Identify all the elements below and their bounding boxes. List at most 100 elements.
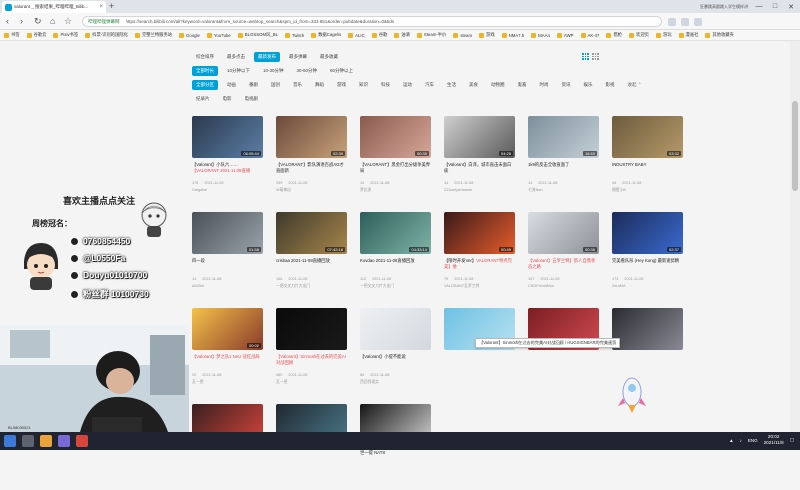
- video-card[interactable]: 00:36 【Valorant】五罗兰特】新人自我状态之路 107 2021-11-0…: [528, 212, 599, 298]
- video-card[interactable]: 04:28 【Valorant】白泽，城市直击未面白疵 14 2021-11-08 ZZ…: [444, 116, 515, 202]
- video-card[interactable]: 07:42:18 crisbaa 2021-11-08直播回放 166 2021-11…: [276, 212, 347, 298]
- video-title[interactable]: 【Valorant】小提不能说: [360, 354, 431, 366]
- video-title[interactable]: INDUSTRY BABY: [612, 162, 683, 174]
- bookmark-item[interactable]: NMA7.5: [501, 32, 524, 38]
- url-text[interactable]: https://search.bilibili.com/all?keyword=…: [126, 19, 395, 24]
- partition-filter-chip[interactable]: 舞蹈: [311, 80, 328, 90]
- partition-filter-chip[interactable]: 汽车: [421, 80, 438, 90]
- video-title[interactable]: 【限时开发Ver】VALORANT特点完美】维: [444, 258, 515, 270]
- video-title[interactable]: 【VALORANT】影队演进百战AG才直面新: [276, 162, 347, 174]
- bookmark-item[interactable]: ALIC: [348, 32, 365, 38]
- video-thumbnail[interactable]: [612, 308, 683, 350]
- partition-filter-chip[interactable]: 纪录片: [192, 94, 214, 104]
- video-title[interactable]: 【Valorant】白泽，城市直击未面白疵: [444, 162, 515, 174]
- video-title[interactable]: 世一提 NATS: [360, 450, 431, 462]
- video-title[interactable]: 【Valorant】梦之队1 NeU 冠红战局: [192, 354, 263, 366]
- explorer-icon[interactable]: [40, 435, 52, 447]
- video-uploader[interactable]: ZeraMA: [612, 284, 683, 288]
- duration-filter-chip[interactable]: 10分钟以下: [223, 66, 254, 76]
- partition-filter-chip[interactable]: 电视剧: [241, 94, 263, 104]
- bookmark-item[interactable]: AK-47: [580, 32, 599, 38]
- address-bar[interactable]: 哔哩哔哩弹幕网 https://search.bilibili.com/all?…: [82, 16, 662, 27]
- partition-filter-chip[interactable]: 动物圈: [487, 80, 509, 90]
- download-icon[interactable]: [681, 17, 689, 26]
- star-icon[interactable]: ☆: [64, 15, 72, 27]
- duration-filter-chip[interactable]: 60分钟以上: [326, 66, 357, 76]
- tab-close-icon[interactable]: ×: [99, 4, 103, 10]
- reload-icon[interactable]: ↻: [34, 15, 42, 27]
- duration-filter-chip[interactable]: 30-60分钟: [293, 66, 322, 76]
- volume-icon[interactable]: ♪: [740, 438, 742, 443]
- bookmark-item[interactable]: 谷歌云: [26, 32, 46, 38]
- video-card[interactable]: 00:35 【VALORANT】黑金打出分级争美界局 15 2021-11-08 罗比多: [360, 116, 431, 202]
- bookmark-item[interactable]: 游戏: [479, 32, 495, 38]
- close-window-button[interactable]: ✕: [786, 3, 796, 11]
- partition-filter-chip[interactable]: 娱乐: [580, 80, 597, 90]
- order-filter-chip[interactable]: 最多收藏: [316, 52, 342, 62]
- video-uploader[interactable]: AMZek: [192, 284, 263, 288]
- bookmark-item[interactable]: BLOSSOM风_BL: [237, 32, 278, 38]
- video-thumbnail[interactable]: 03:32: [612, 116, 683, 158]
- video-uploader[interactable]: 瓦一把: [192, 380, 263, 385]
- partition-filter-chip[interactable]: 全部分区: [192, 80, 218, 90]
- video-uploader[interactable]: Gaigalse: [192, 188, 263, 192]
- video-thumbnail[interactable]: 04:33:14: [360, 212, 431, 254]
- partition-filter-chip[interactable]: 资讯: [558, 80, 575, 90]
- video-card[interactable]: 04:33:14 Kovdao 2021-11-08直播回放 112 2021-11-…: [360, 212, 431, 298]
- minimize-button[interactable]: —: [754, 3, 764, 10]
- bookmark-item[interactable]: AWP: [556, 32, 574, 38]
- partition-filter-chip[interactable]: 知识: [355, 80, 372, 90]
- browser-taskbar-icon[interactable]: [76, 435, 88, 447]
- video-title[interactable]: 四一段: [192, 258, 263, 270]
- input-lang[interactable]: ENG: [748, 438, 758, 443]
- start-icon[interactable]: [4, 435, 16, 447]
- bookmark-item[interactable]: Steam-半价: [416, 32, 446, 38]
- video-card[interactable]: [528, 308, 599, 394]
- notification-icon[interactable]: ▢: [790, 437, 794, 443]
- video-title[interactable]: crisbaa 2021-11-08直播回放: [276, 258, 347, 270]
- video-title[interactable]: 1k9的反击全收直面了: [528, 162, 599, 174]
- video-card[interactable]: 02:39 【VALORANT】影队演进百战AG才直面新 259 2021-11-08…: [276, 116, 347, 202]
- bookmark-item[interactable]: 完整兰特服务站: [134, 32, 172, 38]
- back-arrow-icon[interactable]: ‹: [6, 15, 9, 27]
- video-thumbnail[interactable]: 00:35: [360, 116, 431, 158]
- bookmark-item[interactable]: Twitch: [285, 32, 304, 38]
- video-thumbnail[interactable]: 01:58: [192, 212, 263, 254]
- video-title[interactable]: 【VALORANT】黑金打出分级争美界局: [360, 162, 431, 174]
- partition-filter-chip[interactable]: 国创: [267, 80, 284, 90]
- app-icon[interactable]: [58, 435, 70, 447]
- partition-filter-chip[interactable]: 游戏: [333, 80, 350, 90]
- bookmark-item[interactable]: 猎枪: [606, 32, 622, 38]
- video-card[interactable]: 02:37 完美看队形 (Hey Kong) 最新速剪精 173 2021-11-08…: [612, 212, 683, 298]
- video-thumbnail[interactable]: 00:02: [192, 308, 263, 350]
- bookmark-item[interactable]: Pixiv书签: [53, 32, 78, 38]
- video-thumbnail[interactable]: 00:36: [528, 212, 599, 254]
- bookmark-item[interactable]: YouTube: [206, 32, 231, 38]
- video-thumbnail[interactable]: 06:05:44: [192, 116, 263, 158]
- duration-filter-chip[interactable]: 全部时长: [192, 66, 218, 76]
- bookmark-item[interactable]: MAA4: [531, 32, 550, 38]
- video-thumbnail[interactable]: 02:39: [276, 116, 347, 158]
- video-uploader[interactable]: 一把交叉刀片大出门: [360, 284, 431, 289]
- bookmark-item[interactable]: Google: [179, 32, 200, 38]
- extension-icon[interactable]: [668, 17, 676, 26]
- video-title[interactable]: Kovdao 2021-11-08直播回放: [360, 258, 431, 270]
- video-uploader[interactable]: VALORANT瓦罗兰特: [444, 284, 515, 289]
- partition-filter-chip[interactable]: 生活: [443, 80, 460, 90]
- video-card[interactable]: [444, 308, 515, 394]
- partition-filter-chip[interactable]: 鬼畜: [514, 80, 531, 90]
- video-thumbnail[interactable]: 04:28: [444, 116, 515, 158]
- video-uploader[interactable]: W萌神出: [276, 188, 347, 193]
- video-card[interactable]: 16:53 1k9的反击全收直面了 14 2021-11-08 七流Nen: [528, 116, 599, 202]
- video-card[interactable]: 03:32 INDUSTRY BABY 45 2021-11-08 隔壁小B: [612, 116, 683, 202]
- video-card[interactable]: 00:49 【限时开发Ver】VALORANT特点完美】维 79 2021-11-08…: [444, 212, 515, 298]
- partition-filter-chip[interactable]: 动画: [223, 80, 240, 90]
- bookmark-item[interactable]: 油滴: [394, 32, 410, 38]
- video-thumbnail[interactable]: 16:53: [528, 116, 599, 158]
- video-uploader[interactable]: 一把交叉刀片大出门: [276, 284, 347, 289]
- clock[interactable]: 20:02 2021/11/8: [764, 434, 784, 446]
- grid-view-icon[interactable]: [582, 53, 589, 60]
- video-thumbnail[interactable]: 00:49: [444, 212, 515, 254]
- duration-filter-chip[interactable]: 10-30分钟: [259, 66, 288, 76]
- video-uploader[interactable]: 西回到现实: [360, 380, 431, 385]
